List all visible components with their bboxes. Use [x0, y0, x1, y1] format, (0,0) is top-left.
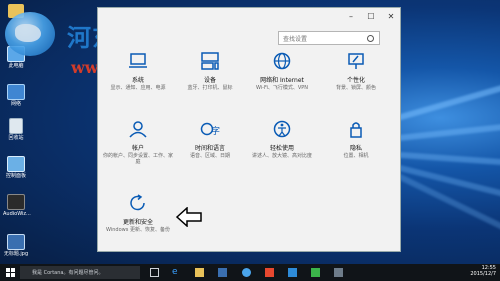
minimize-button[interactable]: – [346, 12, 356, 22]
tile-desc: 你的帐户、同步设置、工作、家庭 [102, 153, 173, 165]
tile-ease-of-access[interactable]: 轻松使用 讲述人、放大镜、高对比度 [246, 120, 318, 159]
desktop-icon-label: 此电脑 [8, 63, 24, 69]
app-icon[interactable] [242, 268, 251, 277]
settings-gear-icon[interactable] [334, 268, 343, 277]
recycle-bin-icon [9, 118, 23, 134]
tile-accounts[interactable]: 帐户 你的帐户、同步设置、工作、家庭 [102, 120, 174, 165]
tile-desc: 背景、锁屏、颜色 [335, 85, 376, 91]
ease-of-access-icon [273, 120, 291, 138]
tile-name: 隐私 [349, 145, 362, 152]
app-icon[interactable] [288, 268, 297, 277]
tile-personalization[interactable]: 个性化 背景、锁屏、颜色 [320, 52, 392, 91]
settings-window: – ☐ ✕ 查找设置 系统 显示、通知、应用、电源 设备 蓝牙、打印机、鼠标 网… [98, 8, 400, 251]
tile-name: 设备 [203, 77, 216, 84]
system-tray-clock[interactable]: 12:55 2015/12/7 [470, 265, 496, 277]
tile-network[interactable]: 网络和 Internet Wi-Fi、飞行模式、VPN [246, 52, 318, 91]
app-icon[interactable] [311, 268, 320, 277]
paintbrush-icon [348, 53, 364, 69]
tile-name: 帐户 [131, 145, 144, 152]
tile-desc: Windows 更新、恢复、备份 [106, 227, 170, 233]
tile-name: 更新和安全 [122, 219, 153, 226]
desktop-icon-label: 控制面板 [5, 173, 26, 179]
tile-system[interactable]: 系统 显示、通知、应用、电源 [102, 52, 174, 91]
tile-privacy[interactable]: 隐私 位置、相机 [320, 120, 392, 159]
tile-name: 个性化 [346, 77, 365, 84]
tile-update-security[interactable]: 更新和安全 Windows 更新、恢复、备份 [102, 194, 174, 233]
desktop-icon-image-file[interactable]: 无标题.jpg [3, 234, 29, 257]
app-icon[interactable] [265, 268, 274, 277]
file-explorer-icon[interactable] [195, 268, 204, 277]
tile-name: 轻松使用 [269, 145, 294, 152]
close-button[interactable]: ✕ [386, 12, 396, 22]
pointing-arrow-icon [176, 207, 202, 227]
laptop-icon [129, 53, 147, 68]
settings-search-input[interactable]: 查找设置 [278, 31, 380, 45]
desktop-icon-label: 回收站 [8, 135, 24, 141]
desktop-icon-control-panel[interactable]: 控制面板 [3, 156, 29, 179]
desktop-icon-audiowizard[interactable]: AudioWiz... [3, 194, 31, 217]
tile-desc: 蓝牙、打印机、鼠标 [187, 85, 233, 91]
desktop-icon-network[interactable]: 网络 [3, 84, 29, 107]
clock-date: 2015/12/7 [470, 271, 496, 277]
tile-desc: 语音、区域、日期 [189, 153, 230, 159]
person-icon [129, 121, 147, 138]
desktop-icon-label: 网络 [10, 101, 21, 107]
tile-name: 网络和 Internet [260, 77, 304, 84]
control-panel-icon [7, 156, 25, 172]
watermark-logo [5, 12, 55, 56]
svg-text:字: 字 [211, 125, 220, 137]
network-icon [7, 84, 25, 100]
edge-browser-icon[interactable]: e [172, 268, 181, 277]
app-icon [7, 194, 25, 210]
search-icon [367, 34, 374, 42]
start-button[interactable] [6, 268, 15, 277]
language-icon: 字 [200, 122, 220, 137]
taskbar: 我是 Cortana。有问题尽管问。 e 12:55 2015/12/7 [0, 264, 500, 281]
globe-icon [273, 52, 291, 70]
maximize-button[interactable]: ☐ [366, 12, 376, 22]
keyboard-icon [201, 52, 219, 70]
store-icon[interactable] [218, 268, 227, 277]
tile-desc: 位置、相机 [343, 153, 369, 159]
image-file-icon [7, 234, 25, 250]
window-controls: – ☐ ✕ [346, 12, 396, 22]
tile-desc: 讲述人、放大镜、高对比度 [251, 153, 312, 159]
tile-name: 系统 [131, 77, 144, 84]
cortana-search-box[interactable]: 我是 Cortana。有问题尽管问。 [20, 266, 140, 279]
search-placeholder: 查找设置 [283, 35, 308, 43]
task-view-icon[interactable] [150, 268, 159, 277]
tile-time-language[interactable]: 字 时间和语言 语音、区域、日期 [174, 120, 246, 159]
desktop-icon-label: 无标题.jpg [3, 251, 29, 257]
lock-icon [350, 122, 362, 138]
desktop-icon-recycle-bin[interactable]: 回收站 [3, 118, 29, 141]
tile-devices[interactable]: 设备 蓝牙、打印机、鼠标 [174, 52, 246, 91]
desktop-icon-label: AudioWiz... [3, 211, 31, 217]
cortana-placeholder: 我是 Cortana。有问题尽管问。 [32, 270, 104, 276]
tile-desc: 显示、通知、应用、电源 [110, 85, 166, 91]
refresh-icon [130, 194, 145, 211]
tile-name: 时间和语言 [194, 145, 225, 152]
tile-desc: Wi-Fi、飞行模式、VPN [255, 85, 309, 91]
